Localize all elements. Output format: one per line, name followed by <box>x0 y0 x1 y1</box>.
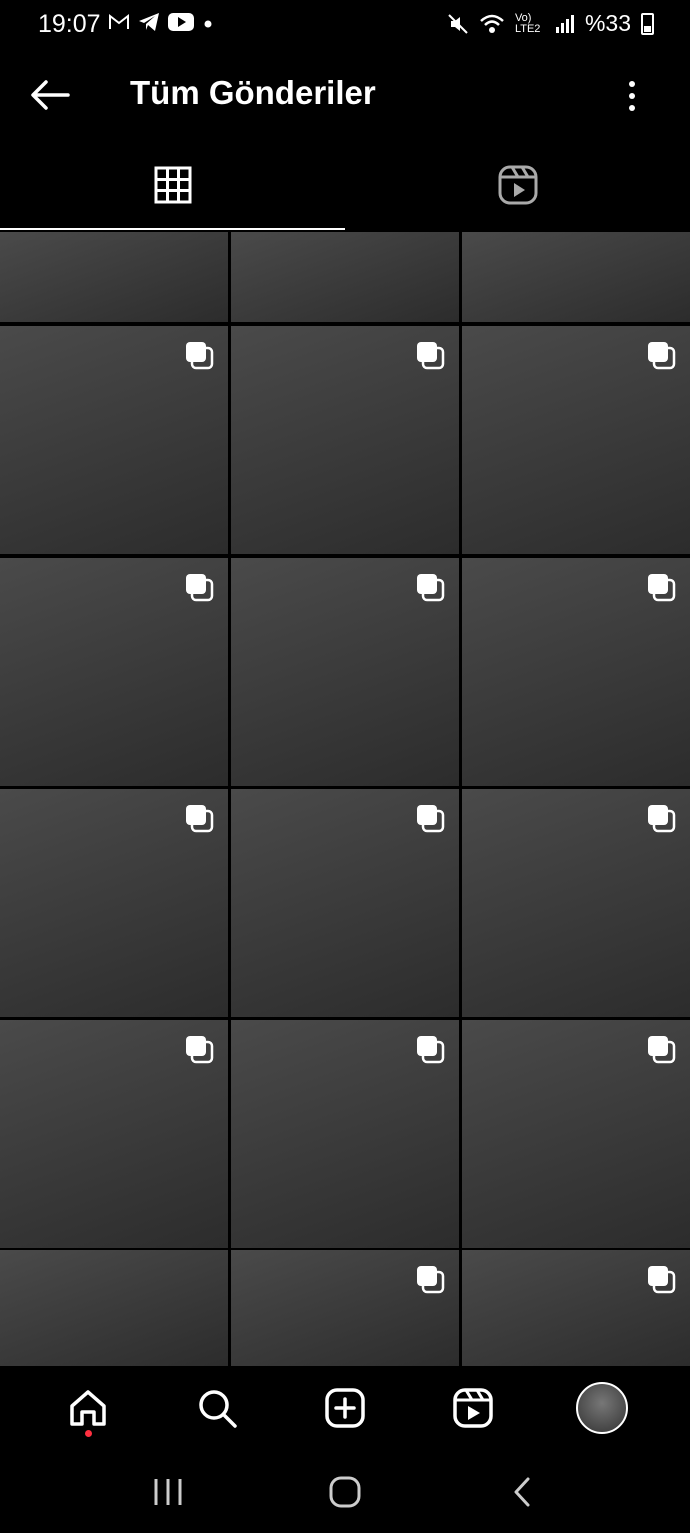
status-bar: 19:07 Vo) LTE2 %33 <box>0 0 690 50</box>
create-icon <box>325 1388 365 1428</box>
battery-percent: %33 <box>584 10 631 36</box>
thumbnail-placeholder <box>231 232 459 322</box>
system-navigation <box>0 1450 690 1533</box>
carousel-icon <box>186 342 214 370</box>
tab-reels[interactable] <box>345 140 690 230</box>
carousel-icon <box>648 1266 676 1294</box>
post-thumbnail[interactable] <box>462 326 690 554</box>
carousel-icon <box>648 342 676 370</box>
battery-icon <box>641 12 654 35</box>
home-pill-icon <box>329 1476 361 1507</box>
reels-icon <box>498 165 537 205</box>
post-thumbnail[interactable] <box>231 232 459 322</box>
post-thumbnail[interactable] <box>462 1020 690 1248</box>
thumbnail-placeholder <box>0 1250 228 1366</box>
active-tab-indicator <box>0 228 345 230</box>
search-icon <box>198 1390 237 1428</box>
wifi-icon <box>480 14 504 33</box>
nav-search-button[interactable] <box>190 1381 244 1435</box>
post-thumbnail[interactable] <box>0 1250 228 1366</box>
thumbnail-placeholder <box>462 232 690 322</box>
more-options-button[interactable] <box>614 78 650 114</box>
carousel-icon <box>417 805 445 833</box>
status-notification-icons <box>108 12 214 32</box>
header: Tüm Gönderiler <box>0 50 690 140</box>
profile-avatar <box>575 1382 628 1434</box>
status-time: 19:07 <box>38 10 101 38</box>
post-thumbnail[interactable] <box>231 1020 459 1248</box>
post-thumbnail[interactable] <box>462 558 690 786</box>
recents-icon <box>154 1478 182 1505</box>
youtube-icon <box>168 13 194 31</box>
post-thumbnail[interactable] <box>462 789 690 1017</box>
bottom-navigation <box>0 1366 690 1450</box>
network-label: Vo) LTE2 <box>514 11 541 35</box>
mute-icon <box>448 13 468 34</box>
post-thumbnail[interactable] <box>231 326 459 554</box>
post-thumbnail[interactable] <box>0 232 228 322</box>
gmail-icon <box>109 13 129 29</box>
nav-create-button[interactable] <box>318 1381 372 1435</box>
carousel-icon <box>417 1266 445 1294</box>
home-icon <box>70 1390 106 1426</box>
reels-icon <box>453 1388 494 1428</box>
status-right: Vo) LTE2 %33 <box>447 10 654 37</box>
more-vertical-icon <box>629 81 635 111</box>
posts-grid <box>0 232 690 1366</box>
carousel-icon <box>648 1036 676 1064</box>
system-back-button[interactable] <box>492 1462 552 1522</box>
thumbnail-placeholder <box>0 232 228 322</box>
back-button[interactable] <box>28 72 74 118</box>
carousel-icon <box>417 342 445 370</box>
post-thumbnail[interactable] <box>231 558 459 786</box>
post-thumbnail[interactable] <box>231 1250 459 1366</box>
page-title: Tüm Gönderiler <box>130 74 376 111</box>
grid-icon <box>154 166 191 204</box>
dot-icon <box>204 20 212 28</box>
post-thumbnail[interactable] <box>0 1020 228 1248</box>
content-tabs <box>0 140 690 230</box>
carousel-icon <box>417 1036 445 1064</box>
back-icon <box>514 1477 530 1506</box>
carousel-icon <box>648 805 676 833</box>
nav-home-button[interactable] <box>61 1381 115 1437</box>
telegram-icon <box>139 13 159 31</box>
notification-dot <box>85 1430 93 1437</box>
carousel-icon <box>186 805 214 833</box>
system-recents-button[interactable] <box>138 1462 198 1522</box>
post-thumbnail[interactable] <box>462 232 690 322</box>
post-thumbnail[interactable] <box>462 1250 690 1366</box>
carousel-icon <box>186 574 214 602</box>
tab-posts-grid[interactable] <box>0 140 345 230</box>
post-thumbnail[interactable] <box>231 789 459 1017</box>
system-home-button[interactable] <box>315 1462 375 1522</box>
signal-icon <box>555 14 574 33</box>
carousel-icon <box>186 1036 214 1064</box>
post-thumbnail[interactable] <box>0 558 228 786</box>
post-thumbnail[interactable] <box>0 789 228 1017</box>
nav-profile-button[interactable] <box>575 1381 629 1435</box>
post-thumbnail[interactable] <box>0 326 228 554</box>
carousel-icon <box>417 574 445 602</box>
nav-reels-button[interactable] <box>446 1381 500 1435</box>
carousel-icon <box>648 574 676 602</box>
arrow-left-icon <box>31 80 70 110</box>
